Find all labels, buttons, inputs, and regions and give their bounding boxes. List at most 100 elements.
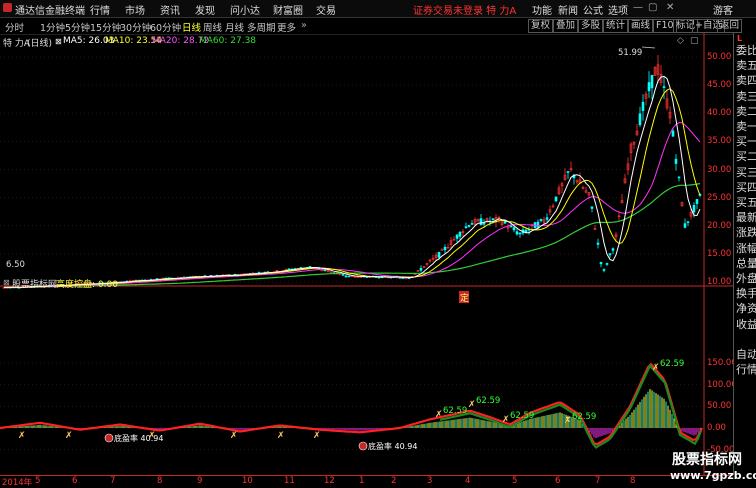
candle-body — [458, 231, 462, 237]
candle-body — [545, 217, 549, 220]
quote-panel-item[interactable]: 涨幅 — [736, 240, 756, 256]
indicator-settings-icon[interactable]: ⊠ — [3, 278, 10, 287]
period-5min[interactable]: 5分钟 — [65, 20, 90, 34]
period-timeshare[interactable]: 分时 — [5, 20, 24, 34]
menu-item-discover[interactable]: 发现 — [195, 2, 215, 17]
ding-marker: 定 — [460, 292, 469, 304]
candle-body — [515, 231, 519, 235]
menu-item-wealth[interactable]: 财富圈 — [273, 2, 303, 17]
quote-panel-item[interactable]: 卖二 — [736, 103, 756, 119]
menu-item-headlines[interactable]: 新闻 — [558, 2, 578, 17]
period-weekly[interactable]: 周线 — [203, 20, 222, 34]
candle-body — [464, 226, 468, 229]
period-15min[interactable]: 15分钟 — [90, 20, 121, 34]
quote-panel-item[interactable]: 买五 — [736, 194, 756, 210]
period-monthly[interactable]: 月线 — [225, 20, 244, 34]
menu-item-trade[interactable]: 交易 — [316, 2, 336, 17]
quote-panel-item[interactable]: 卖三 — [736, 88, 756, 104]
low-price-label: 6.50 — [6, 260, 25, 270]
date-tick-label: 11 — [284, 476, 295, 486]
period-daily[interactable]: 日线 — [182, 20, 201, 34]
period-more[interactable]: 更多 — [277, 20, 296, 34]
candle-body — [467, 225, 471, 227]
date-tick-label: 9 — [197, 476, 203, 486]
date-tick-label: 1 — [359, 476, 365, 486]
candle-body — [599, 261, 603, 265]
candle-body — [650, 74, 654, 89]
candle-body — [512, 227, 516, 231]
candle-body — [686, 221, 690, 223]
menu-item-quote[interactable]: 行情 — [90, 2, 110, 17]
sell-marker-icon: ✗ — [564, 416, 572, 426]
quote-panel-item[interactable]: 买一 — [736, 133, 756, 149]
toolbar-multistock[interactable]: 多股 — [578, 19, 604, 33]
indicator-red-line — [0, 362, 703, 446]
menu-item-formula[interactable]: 公式 — [583, 2, 603, 17]
quote-panel-item[interactable]: 委比 — [736, 42, 756, 58]
indicator-labels: 62.59✗62.59✗62.59✗ 62.59✗62.59✗底盈率 40.94底… — [18, 359, 684, 451]
quote-panel-item[interactable]: 换手 — [736, 285, 756, 301]
minimize-icon[interactable]: — — [633, 2, 643, 13]
candle-body — [605, 263, 609, 265]
x-marker-icon: ✗ — [148, 431, 156, 441]
candle-body — [677, 176, 681, 179]
menu-item-options[interactable]: 选项 — [608, 2, 628, 17]
sell-marker-icon: ✗ — [435, 410, 443, 420]
menu-item-function[interactable]: 功能 — [532, 2, 552, 17]
toolbar-overlay[interactable]: 叠加 — [553, 19, 579, 33]
candle-body — [344, 275, 348, 278]
toolbar-adjust[interactable]: 复权 — [528, 19, 554, 33]
high-price-label: 51.99 — [618, 48, 642, 58]
quote-panel-item[interactable]: 买二 — [736, 148, 756, 164]
period-multi[interactable]: 多周期 — [247, 20, 276, 34]
candle-body — [341, 274, 345, 276]
quote-panel-item[interactable]: 总量 — [736, 255, 756, 271]
restore-icon[interactable]: ▢ — [648, 2, 657, 13]
candle-body — [470, 223, 474, 225]
quote-panel-item[interactable]: 卖一 — [736, 118, 756, 134]
quote-panel-item[interactable]: 净资 — [736, 300, 756, 316]
indicator-name[interactable]: 股票指标网 — [12, 277, 57, 290]
watermark-title: 股票指标网 — [672, 452, 742, 468]
quote-panel-item[interactable]: 卖四 — [736, 72, 756, 88]
candle-body — [437, 251, 441, 258]
watermark: 股票指标网 www.7gpzb.com — [664, 445, 756, 485]
ma10-line — [4, 88, 701, 288]
quote-panel-item[interactable]: 最新 — [736, 209, 756, 225]
menu-item-market[interactable]: 市场 — [125, 2, 145, 17]
period-more-icon[interactable]: » — [301, 20, 307, 31]
x-marker-icon: ✗ — [18, 431, 26, 441]
toolbar-draw[interactable]: 画线 — [628, 19, 654, 33]
quote-panel-item[interactable]: 行情 — [736, 361, 756, 377]
candle-body — [683, 223, 687, 228]
period-60min[interactable]: 60分钟 — [150, 20, 181, 34]
quote-panel-item[interactable]: 买三 — [736, 164, 756, 180]
candle-body — [401, 277, 405, 279]
login-status[interactable]: 证券交易未登录 特 力A — [413, 2, 516, 17]
indicator-peak-label: 62.59 — [443, 406, 467, 416]
indicator-peak-label: 62.59 — [660, 359, 684, 369]
period-1min[interactable]: 1分钟 — [40, 20, 65, 34]
toolbar-back[interactable]: 返回 — [717, 19, 743, 33]
guest-user[interactable]: 游客 — [713, 2, 733, 17]
date-tick-label: 6 — [555, 476, 561, 486]
quote-panel-item[interactable]: 收益 — [736, 316, 756, 332]
candle-body — [662, 86, 666, 88]
menu-item-ask[interactable]: 问小达 — [230, 2, 260, 17]
menu-item-news[interactable]: 资讯 — [160, 2, 180, 17]
toolbar-stats[interactable]: 统计 — [603, 19, 629, 33]
close-icon[interactable]: ✕ — [666, 2, 674, 13]
period-30min[interactable]: 30分钟 — [120, 20, 151, 34]
candle-body — [638, 113, 642, 126]
date-tick-label: 6 — [72, 476, 78, 486]
quote-panel-item[interactable]: 自动 — [736, 346, 756, 362]
quote-panel-item[interactable]: 买四 — [736, 179, 756, 195]
candle-body — [419, 267, 423, 271]
quote-panel-item[interactable]: 外盘 — [736, 270, 756, 286]
quote-panel-item[interactable]: 卖五 — [736, 57, 756, 73]
bottom-rate-label: 底盈率 40.94 — [114, 433, 163, 443]
candle-body — [671, 130, 675, 137]
date-tick-label: 5 — [35, 476, 41, 486]
quote-panel-item[interactable]: 涨跌 — [736, 224, 756, 240]
candle-body — [323, 269, 327, 272]
